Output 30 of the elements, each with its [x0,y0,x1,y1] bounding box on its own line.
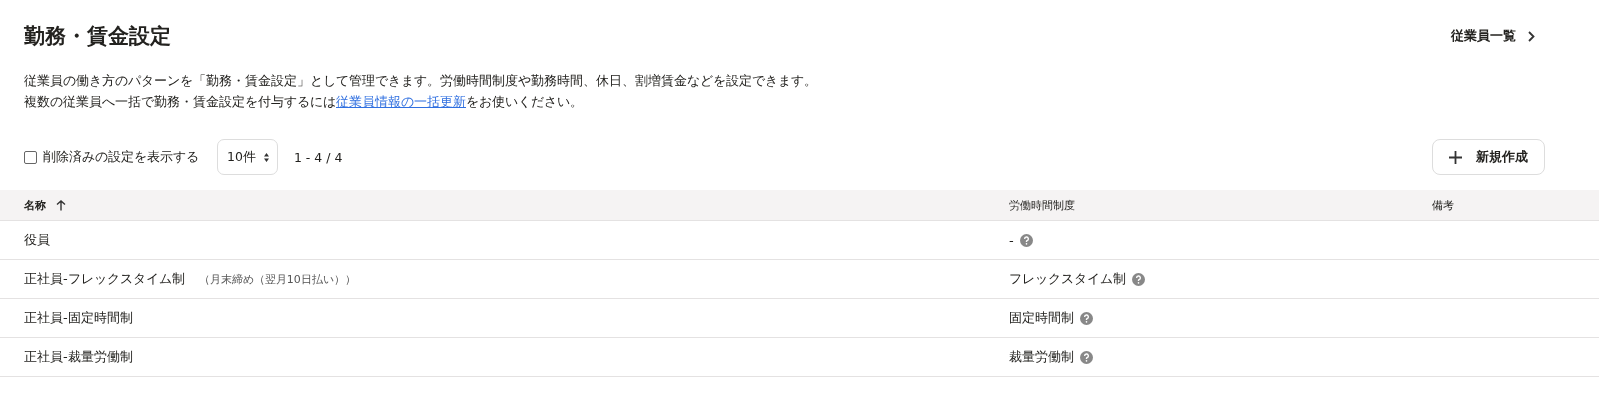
plus-icon [1449,150,1462,164]
pagination-range: 1 - 4 / 4 [293,149,343,165]
setting-name: 役員 [24,231,50,249]
setting-name: 正社員-裁量労働制 [24,348,133,366]
column-header[interactable]: 労働時間制度 [1009,197,1075,213]
help-icon[interactable] [1132,272,1145,286]
setting-name: 正社員-フレックスタイム制 [24,270,185,288]
labor-system: - [1009,232,1014,248]
column-header[interactable]: 備考 [1432,197,1454,213]
labor-system: 固定時間制 [1009,309,1074,327]
description-text: 従業員の働き方のパターンを「勤務・賃金設定」として管理できます。労働時間制度や勤務時間、休日、割増賃金などを設定できます。 [23,72,818,90]
help-icon[interactable] [1019,233,1033,247]
per-page-select[interactable]: 10件 [217,139,278,175]
help-icon[interactable] [1080,311,1093,325]
chevron-right-icon [1528,30,1535,42]
labor-system: 裁量労働制 [1009,348,1074,366]
description-text: 複数の従業員へ一括で勤務・賃金設定を付与するには従業員情報の一括更新をお使いください。 [23,93,584,111]
employee-list-link[interactable]: 従業員一覧 [1451,27,1535,45]
setting-name: 正社員-固定時間制 [24,309,133,327]
column-header[interactable]: 名称 [24,197,46,213]
labor-system: フレックスタイム制 [1009,270,1126,288]
page-title: 勤務・賃金設定 [24,23,171,50]
bulk-update-link[interactable]: 従業員情報の一括更新 [336,94,466,109]
sort-ascending-icon[interactable] [56,199,66,211]
help-icon[interactable] [1080,350,1093,364]
setting-note: （月末締め（翌月10日払い）） [198,271,356,287]
show-deleted-label[interactable]: 削除済みの設定を表示する [43,148,199,166]
select-arrows-icon [263,152,269,162]
show-deleted-checkbox[interactable] [24,150,37,164]
new-create-button[interactable]: 新規作成 [1432,139,1545,175]
